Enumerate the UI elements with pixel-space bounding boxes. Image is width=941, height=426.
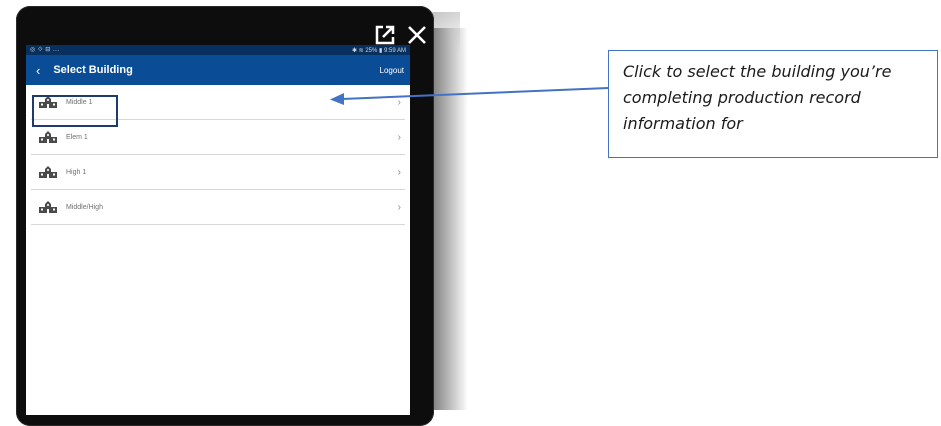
page-title: Select Building (53, 64, 133, 76)
chevron-right-icon: › (397, 166, 401, 178)
school-building-icon (39, 131, 57, 143)
close-icon[interactable] (406, 24, 428, 46)
school-building-icon (39, 166, 57, 178)
status-right: ✱ ≋ 25% ▮ 9:59 AM (351, 47, 406, 54)
chevron-right-icon: › (397, 201, 401, 213)
building-label: High 1 (66, 168, 87, 176)
building-row-high-1[interactable]: High 1 › (31, 155, 405, 190)
open-external-icon[interactable] (374, 24, 396, 46)
status-left: ◎ ⟐ ⊟ ... (30, 47, 60, 53)
callout-text: Click to select the building you’re comp… (623, 62, 892, 133)
chevron-right-icon: › (397, 131, 401, 143)
building-label: Elem 1 (66, 133, 88, 141)
callout-arrow (330, 87, 609, 105)
building-row-middle-high[interactable]: Middle/High › (31, 190, 405, 225)
logout-button[interactable]: Logout (380, 66, 404, 75)
building-label: Middle/High (66, 203, 103, 211)
highlight-box (32, 95, 118, 127)
callout-box: Click to select the building you’re comp… (608, 50, 938, 158)
status-bar: ◎ ⟐ ⊟ ... ✱ ≋ 25% ▮ 9:59 AM (26, 45, 410, 55)
chevron-left-icon[interactable]: ‹ (36, 64, 40, 77)
school-building-icon (39, 201, 57, 213)
